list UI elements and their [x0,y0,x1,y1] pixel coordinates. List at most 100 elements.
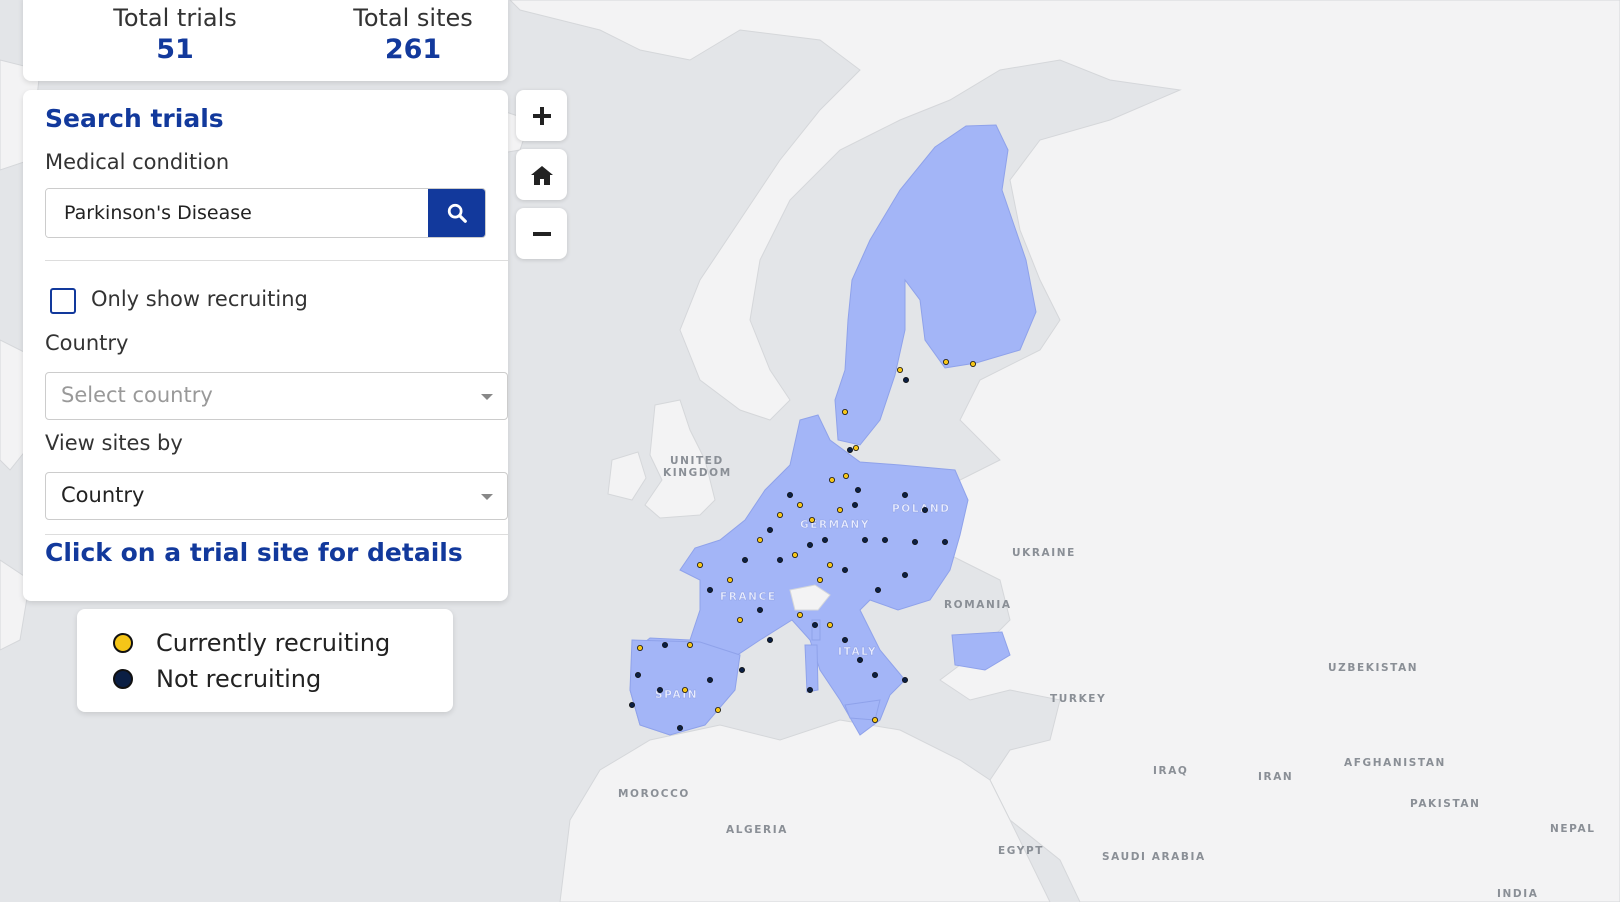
only-recruiting-label[interactable]: Only show recruiting [91,287,308,311]
trial-site-not-recruiting[interactable] [862,537,869,544]
medical-condition-input[interactable] [46,189,418,237]
trial-site-recruiting[interactable] [809,517,816,524]
trial-site-not-recruiting[interactable] [842,567,849,574]
trial-site-recruiting[interactable] [853,444,860,451]
trial-site-not-recruiting[interactable] [922,506,929,513]
trial-site-not-recruiting[interactable] [882,537,889,544]
trial-site-recruiting[interactable] [827,622,834,629]
home-icon [530,165,553,185]
trial-site-recruiting[interactable] [897,366,904,373]
trial-site-recruiting[interactable] [797,501,804,508]
trial-site-not-recruiting[interactable] [757,607,764,614]
trial-site-not-recruiting[interactable] [942,539,949,546]
trial-site-recruiting[interactable] [827,562,834,569]
medical-condition-label: Medical condition [45,150,230,174]
chevron-down-icon [481,494,493,500]
trial-site-not-recruiting[interactable] [847,446,854,453]
zoom-in-button[interactable] [516,90,567,141]
legend-item-not-recruiting: Not recruiting [113,665,321,693]
trial-site-recruiting[interactable] [829,476,836,483]
trial-site-not-recruiting[interactable] [842,637,849,644]
trial-site-recruiting[interactable] [637,645,644,652]
trial-site-recruiting[interactable] [817,577,824,584]
trial-site-not-recruiting[interactable] [742,557,749,564]
trial-site-not-recruiting[interactable] [807,542,814,549]
legend-recruiting-label: Currently recruiting [156,629,391,657]
total-sites-label: Total sites [353,4,473,32]
trial-site-recruiting[interactable] [682,687,689,694]
home-button[interactable] [516,149,567,200]
trial-site-not-recruiting[interactable] [807,687,814,694]
trial-site-hint: Click on a trial site for details [45,538,463,567]
trial-site-not-recruiting[interactable] [822,537,829,544]
search-button[interactable] [428,189,485,237]
country-select-placeholder: Select country [61,383,213,407]
medical-condition-search [45,188,486,238]
label-pakistan: PAKISTAN [1410,798,1481,810]
label-italy: ITALY [838,646,877,658]
view-sites-label: View sites by [45,431,183,455]
label-india: INDIA [1497,888,1538,900]
trial-site-not-recruiting[interactable] [767,637,774,644]
trial-site-recruiting[interactable] [970,360,977,367]
trial-site-not-recruiting[interactable] [767,527,774,534]
trial-site-not-recruiting[interactable] [677,725,684,732]
trial-site-recruiting[interactable] [777,512,784,519]
trial-site-recruiting[interactable] [943,358,950,365]
trial-site-recruiting[interactable] [737,617,744,624]
trial-site-not-recruiting[interactable] [739,667,746,674]
view-sites-select[interactable]: Country [45,472,508,520]
trial-site-not-recruiting[interactable] [777,557,784,564]
country-label: Country [45,331,129,355]
trial-site-not-recruiting[interactable] [707,677,714,684]
trial-site-not-recruiting[interactable] [855,486,862,493]
trial-site-not-recruiting[interactable] [707,587,714,594]
trial-site-not-recruiting[interactable] [635,672,642,679]
chevron-down-icon [481,394,493,400]
africa-landmass [559,719,1051,902]
trial-site-not-recruiting[interactable] [657,687,664,694]
legend-not-recruiting-label: Not recruiting [156,665,322,693]
recruiting-dot-icon [113,633,133,653]
plus-icon [532,106,551,125]
trial-site-recruiting[interactable] [715,707,722,714]
only-recruiting-checkbox[interactable] [50,288,76,314]
minus-icon [532,231,551,236]
trial-site-recruiting[interactable] [727,577,734,584]
label-uk-2: KINGDOM [663,467,732,479]
trial-site-not-recruiting[interactable] [912,539,919,546]
eu-sardinia [804,644,819,693]
legend-item-recruiting: Currently recruiting [113,629,390,657]
label-uk-1: UNITED [670,455,724,467]
label-nepal: NEPAL [1550,823,1596,835]
zoom-out-button[interactable] [516,208,567,259]
trial-site-not-recruiting[interactable] [852,501,859,508]
trial-site-not-recruiting[interactable] [812,622,819,629]
trial-site-not-recruiting[interactable] [787,491,794,498]
trial-site-recruiting[interactable] [797,612,804,619]
view-sites-select-value: Country [61,483,145,507]
trial-site-not-recruiting[interactable] [857,657,864,664]
trial-site-not-recruiting[interactable] [872,672,879,679]
trial-site-recruiting[interactable] [843,472,850,479]
label-saudi-arabia: SAUDI ARABIA [1102,851,1206,863]
trial-site-recruiting[interactable] [872,717,879,724]
label-morocco: MOROCCO [618,788,690,800]
trial-site-not-recruiting[interactable] [875,587,882,594]
search-title: Search trials [45,104,224,133]
trial-site-recruiting[interactable] [757,537,764,544]
trial-site-not-recruiting[interactable] [903,376,910,383]
trial-site-recruiting[interactable] [792,552,799,559]
country-select[interactable]: Select country [45,372,508,420]
trial-site-not-recruiting[interactable] [902,491,909,498]
trial-site-not-recruiting[interactable] [629,702,636,709]
trial-site-recruiting[interactable] [687,642,694,649]
label-france: FRANCE [720,591,777,603]
trial-site-not-recruiting[interactable] [902,677,909,684]
trial-site-recruiting[interactable] [842,408,849,415]
trial-site-recruiting[interactable] [837,506,844,513]
total-trials-stat: Total trials 51 [75,4,275,65]
trial-site-recruiting[interactable] [697,562,704,569]
trial-site-not-recruiting[interactable] [662,642,669,649]
trial-site-not-recruiting[interactable] [902,572,909,579]
